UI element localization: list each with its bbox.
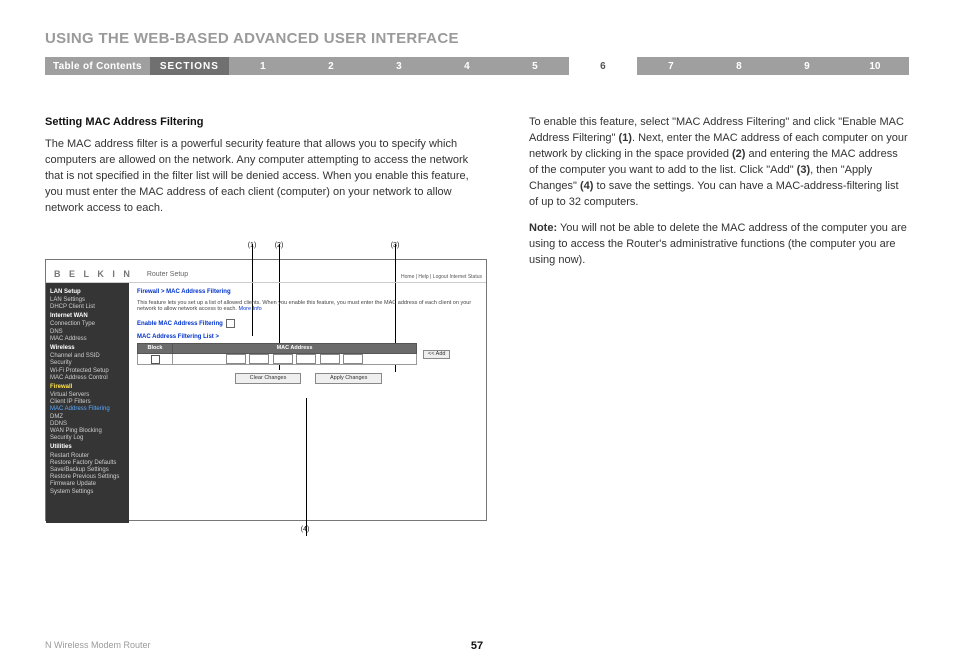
side-conn[interactable]: Connection Type — [50, 321, 125, 328]
feature-description: This feature lets you set up a list of a… — [137, 300, 471, 313]
table-row — [138, 354, 417, 365]
clear-changes-button[interactable]: Clear Changes — [235, 373, 302, 384]
add-button[interactable]: << Add — [423, 350, 450, 359]
side-restore-def[interactable]: Restore Factory Defaults — [50, 460, 125, 467]
side-wps[interactable]: Wi-Fi Protected Setup — [50, 368, 125, 375]
mac-octet-input[interactable] — [296, 354, 316, 364]
side-wanping[interactable]: WAN Ping Blocking — [50, 428, 125, 435]
page-number: 57 — [0, 640, 954, 652]
mac-octet-input[interactable] — [273, 354, 293, 364]
page-title: USING THE WEB-BASED ADVANCED USER INTERF… — [45, 30, 909, 47]
side-vservers[interactable]: Virtual Servers — [50, 392, 125, 399]
side-macfilter[interactable]: MAC Address Filtering — [50, 406, 125, 413]
apply-changes-button[interactable]: Apply Changes — [315, 373, 382, 384]
side-system[interactable]: System Settings — [50, 489, 125, 496]
th-block: Block — [138, 344, 173, 354]
side-restart[interactable]: Restart Router — [50, 453, 125, 460]
section-10[interactable]: 10 — [841, 57, 909, 75]
th-mac: MAC Address — [173, 344, 417, 354]
block-checkbox[interactable] — [151, 355, 160, 364]
section-heading: Setting MAC Address Filtering — [45, 115, 485, 131]
side-dns[interactable]: DNS — [50, 329, 125, 336]
callout-4: (4) — [45, 525, 485, 535]
side-dmz[interactable]: DMZ — [50, 414, 125, 421]
router-sidebar: LAN Setup LAN Settings DHCP Client List … — [46, 283, 129, 523]
brand-logo: B E L K I N — [54, 269, 133, 280]
mac-octet-input[interactable] — [343, 354, 363, 364]
side-group-wireless: Wireless — [50, 345, 125, 352]
more-info-link[interactable]: More Info — [239, 306, 262, 312]
side-save[interactable]: Save/Backup Settings — [50, 467, 125, 474]
intro-paragraph: The MAC address filter is a powerful sec… — [45, 137, 485, 217]
list-label: MAC Address Filtering List > — [137, 334, 480, 341]
footer: N Wireless Modem Router 57 — [0, 640, 954, 650]
left-column: Setting MAC Address Filtering The MAC ad… — [45, 115, 485, 535]
side-ddns[interactable]: DDNS — [50, 421, 125, 428]
enable-label: Enable MAC Address Filtering — [137, 321, 223, 327]
section-8[interactable]: 8 — [705, 57, 773, 75]
breadcrumb-link[interactable]: Firewall > MAC Address Filtering — [137, 289, 231, 295]
section-4[interactable]: 4 — [433, 57, 501, 75]
side-group-utilities: Utilities — [50, 444, 125, 451]
side-seclog[interactable]: Security Log — [50, 435, 125, 442]
sections-bar: Table of Contents SECTIONS 1 2 3 4 5 6 7… — [45, 57, 909, 75]
sections-label: SECTIONS — [150, 57, 229, 75]
router-ui: B E L K I N Router Setup Home | Help | L… — [45, 259, 487, 521]
header-links[interactable]: Home | Help | Logout Internet Status — [401, 274, 482, 280]
note-paragraph: Note: You will not be able to delete the… — [529, 221, 909, 269]
side-group-firewall: Firewall — [50, 384, 125, 391]
section-9[interactable]: 9 — [773, 57, 841, 75]
side-channel[interactable]: Channel and SSID — [50, 353, 125, 360]
section-7[interactable]: 7 — [637, 57, 705, 75]
enable-checkbox[interactable] — [226, 319, 235, 328]
mac-table: Block MAC Address — [137, 343, 417, 365]
side-dhcp[interactable]: DHCP Client List — [50, 304, 125, 311]
side-mac[interactable]: MAC Address — [50, 336, 125, 343]
mac-octet-input[interactable] — [226, 354, 246, 364]
section-2[interactable]: 2 — [297, 57, 365, 75]
side-restore-prev[interactable]: Restore Previous Settings — [50, 474, 125, 481]
toc-label[interactable]: Table of Contents — [45, 57, 150, 75]
section-1[interactable]: 1 — [229, 57, 297, 75]
router-page-name: Router Setup — [147, 271, 188, 279]
side-ipfilters[interactable]: Client IP Filters — [50, 399, 125, 406]
right-column: To enable this feature, select "MAC Addr… — [529, 115, 909, 535]
side-group-lan: LAN Setup — [50, 289, 125, 296]
section-6[interactable]: 6 — [569, 57, 637, 75]
section-3[interactable]: 3 — [365, 57, 433, 75]
side-lan-settings[interactable]: LAN Settings — [50, 297, 125, 304]
side-group-wan: Internet WAN — [50, 313, 125, 320]
side-security[interactable]: Security — [50, 360, 125, 367]
mac-octet-input[interactable] — [249, 354, 269, 364]
section-5[interactable]: 5 — [501, 57, 569, 75]
side-fw[interactable]: Firmware Update — [50, 481, 125, 488]
instruction-paragraph: To enable this feature, select "MAC Addr… — [529, 115, 909, 211]
side-maccontrol[interactable]: MAC Address Control — [50, 375, 125, 382]
mac-octet-input[interactable] — [320, 354, 340, 364]
router-screenshot-figure: (1) (2) (3) B E L K I N Router Setup Ho — [45, 241, 485, 535]
